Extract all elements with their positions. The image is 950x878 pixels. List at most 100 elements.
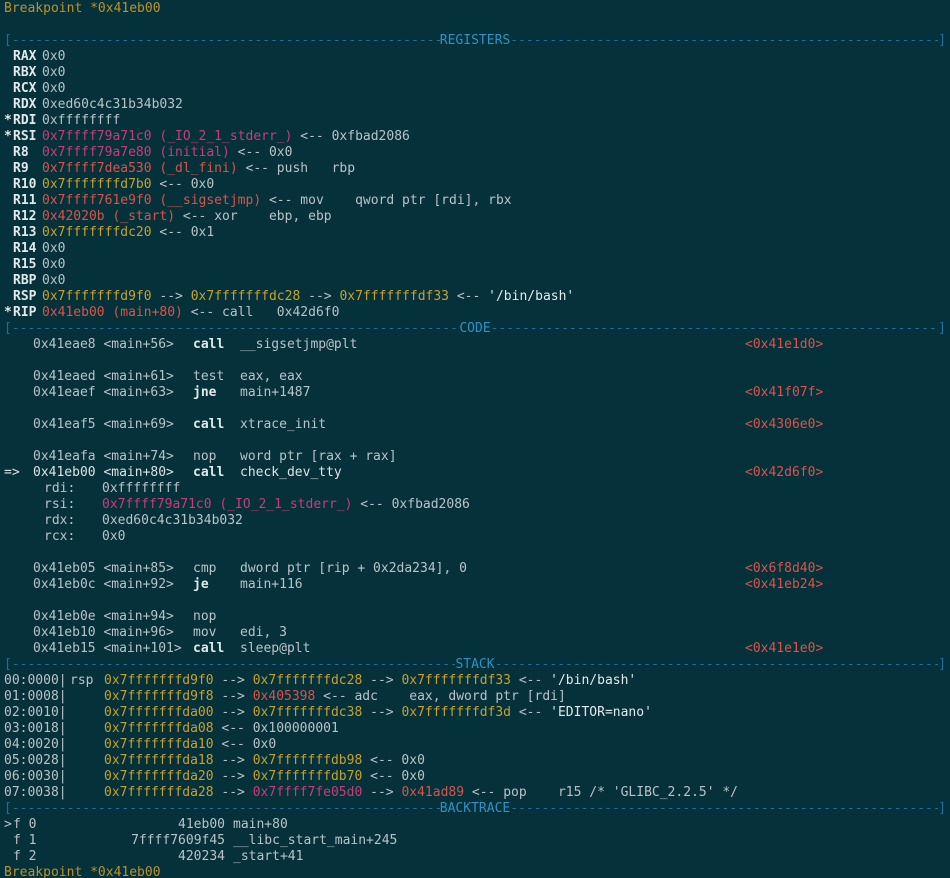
register-value: 0x0	[42, 49, 65, 65]
register-name: RAX	[13, 49, 42, 65]
blank-line	[4, 545, 946, 561]
mnemonic: test	[193, 369, 240, 385]
instruction-address: 0x41eb10 <main+96>	[33, 625, 193, 641]
operands: main+1487	[240, 385, 745, 401]
register-modified-star	[4, 145, 13, 161]
register-modified-star	[4, 257, 13, 273]
stack-row-04: 04:0020|0x7fffffffda10 <-- 0x0	[4, 737, 946, 753]
stack-register	[70, 705, 104, 721]
register-value: <-- call 0x42d6f0	[183, 305, 340, 321]
header-dashes: ----------------------------------------…	[12, 33, 440, 49]
register-value: 0x7fffffffdc20	[42, 225, 152, 241]
call-arg-value: <-- 0xfbad2086	[352, 497, 469, 513]
register-name: RSP	[13, 289, 42, 305]
disasm-line-0x41eb15: 0x41eb15 <main+101>callsleep@plt<0x41e1e…	[4, 641, 946, 657]
register-row-r10: R100x7fffffffd7b0 <-- 0x0	[4, 177, 946, 193]
stack-value: -->	[214, 673, 253, 689]
operands: dword ptr [rip + 0x2da234], 0	[240, 561, 745, 577]
register-name: R11	[13, 193, 42, 209]
register-name: R9	[13, 161, 42, 177]
register-name: R15	[13, 257, 42, 273]
register-value: <-- mov qword ptr [rdi], rbx	[261, 193, 511, 209]
register-value: 0x7fffffffd9f0	[42, 289, 152, 305]
stack-value: 0x7ffff7fe05d0	[253, 785, 363, 801]
stack-row-01: 01:0008|0x7fffffffd9f8 --> 0x405398 <-- …	[4, 689, 946, 705]
stack-value: <-- 0x0	[362, 769, 425, 785]
debugger-terminal[interactable]: Breakpoint *0x41eb00 LEGEND: STACK | HEA…	[0, 0, 950, 878]
stack-row-06: 06:0030|0x7fffffffda20 --> 0x7fffffffdb7…	[4, 769, 946, 785]
stack-register: rsp	[70, 673, 104, 689]
backtrace-frame-1: f 17ffff7609f45__libc_start_main+245	[4, 833, 946, 849]
register-name: R13	[13, 225, 42, 241]
call-arg-rdi: rdi:0xffffffff	[4, 481, 946, 497]
register-value: 0xed60c4c31b34b032	[42, 97, 183, 113]
call-arg-label: rdi:	[44, 481, 102, 497]
section-header-backtrace: [---------------------------------------…	[4, 801, 946, 817]
header-bracket-left: [	[4, 321, 12, 337]
instruction-address: 0x41eb0c <main+92>	[33, 577, 193, 593]
breakpoint-line-bottom: Breakpoint *0x41eb00	[4, 865, 946, 878]
register-row-r11: R110x7ffff761e9f0 (__sigsetjmp) <-- mov …	[4, 193, 946, 209]
current-frame-marker	[4, 833, 13, 849]
header-dashes: ----------------------------------------…	[510, 33, 938, 49]
stack-value: -->	[362, 705, 401, 721]
branch-target: <0x41e1e0>	[745, 641, 946, 657]
section-header-code: [---------------------------------------…	[4, 321, 946, 337]
prefix	[4, 625, 33, 641]
frame-label: f 1	[13, 833, 39, 849]
prefix	[4, 561, 33, 577]
instruction-address: 0x41eb15 <main+101>	[33, 641, 193, 657]
register-row-r13: R130x7fffffffdc20 <-- 0x1	[4, 225, 946, 241]
branch-target: <0x4306e0>	[745, 417, 946, 433]
operands: main+116	[240, 577, 745, 593]
section-title-stack: STACK	[455, 657, 494, 673]
instruction-address: 0x41eaf5 <main+69>	[33, 417, 193, 433]
stack-value: 0x7fffffffd9f8	[104, 689, 214, 705]
header-bracket-left: [	[4, 801, 12, 817]
indent	[4, 497, 44, 513]
register-row-rdi: *RDI0xffffffff	[4, 113, 946, 129]
header-dashes: ----------------------------------------…	[12, 657, 456, 673]
stack-value: <-- 0x100000001	[214, 721, 339, 737]
branch-target: <0x41f07f>	[745, 385, 946, 401]
register-modified-star	[4, 81, 13, 97]
register-value: 0x7fffffffdc28	[191, 289, 301, 305]
register-name: R8	[13, 145, 42, 161]
section-header-registers: [---------------------------------------…	[4, 33, 946, 49]
header-dashes: ----------------------------------------…	[12, 321, 460, 337]
register-name: RDI	[13, 113, 42, 129]
call-arg-rcx: rcx:0x0	[4, 529, 946, 545]
disasm-line-0x41eae8: 0x41eae8 <main+56>call__sigsetjmp@plt<0x…	[4, 337, 946, 353]
frame-symbol: __libc_start_main+245	[233, 833, 397, 849]
prefix	[4, 417, 33, 433]
current-frame-marker	[4, 849, 13, 865]
register-value: 0x7ffff761e9f0 (__sigsetjmp)	[42, 193, 261, 209]
branch-target: <0x41e1d0>	[745, 337, 946, 353]
stack-value: -->	[214, 705, 253, 721]
blank-line	[4, 353, 946, 369]
register-row-rsp: RSP0x7fffffffd9f0 --> 0x7fffffffdc28 -->…	[4, 289, 946, 305]
register-value: 0x7fffffffdf33	[339, 289, 449, 305]
register-modified-star	[4, 97, 13, 113]
stack-value: 0x41ad89	[401, 785, 464, 801]
operands: edi, 3	[240, 625, 745, 641]
call-arg-label: rsi:	[44, 497, 102, 513]
prefix	[4, 641, 33, 657]
call-arg-rdx: rdx:0xed60c4c31b34b032	[4, 513, 946, 529]
stack-offset: 01:0008|	[4, 689, 70, 705]
stack-value: 0x7fffffffdf33	[401, 673, 511, 689]
register-modified-star: *	[4, 129, 13, 145]
branch-target: <0x41eb24>	[745, 577, 946, 593]
stack-value: 0x7fffffffdb70	[253, 769, 363, 785]
stack-value: <-- adc eax, dword ptr [rdi]	[315, 689, 565, 705]
header-bracket-right: ]	[938, 33, 946, 49]
prefix	[4, 577, 33, 593]
register-modified-star	[4, 49, 13, 65]
backtrace-panel: >f 041eb00main+80f 17ffff7609f45__libc_s…	[4, 817, 946, 865]
mnemonic: nop	[193, 449, 240, 465]
current-instruction-arrow: =>	[4, 465, 33, 481]
current-frame-marker: >	[4, 817, 13, 833]
mnemonic: mov	[193, 625, 240, 641]
register-value: 0x0	[42, 273, 65, 289]
disassembly-panel: 0x41eae8 <main+56>call__sigsetjmp@plt<0x…	[4, 337, 946, 657]
